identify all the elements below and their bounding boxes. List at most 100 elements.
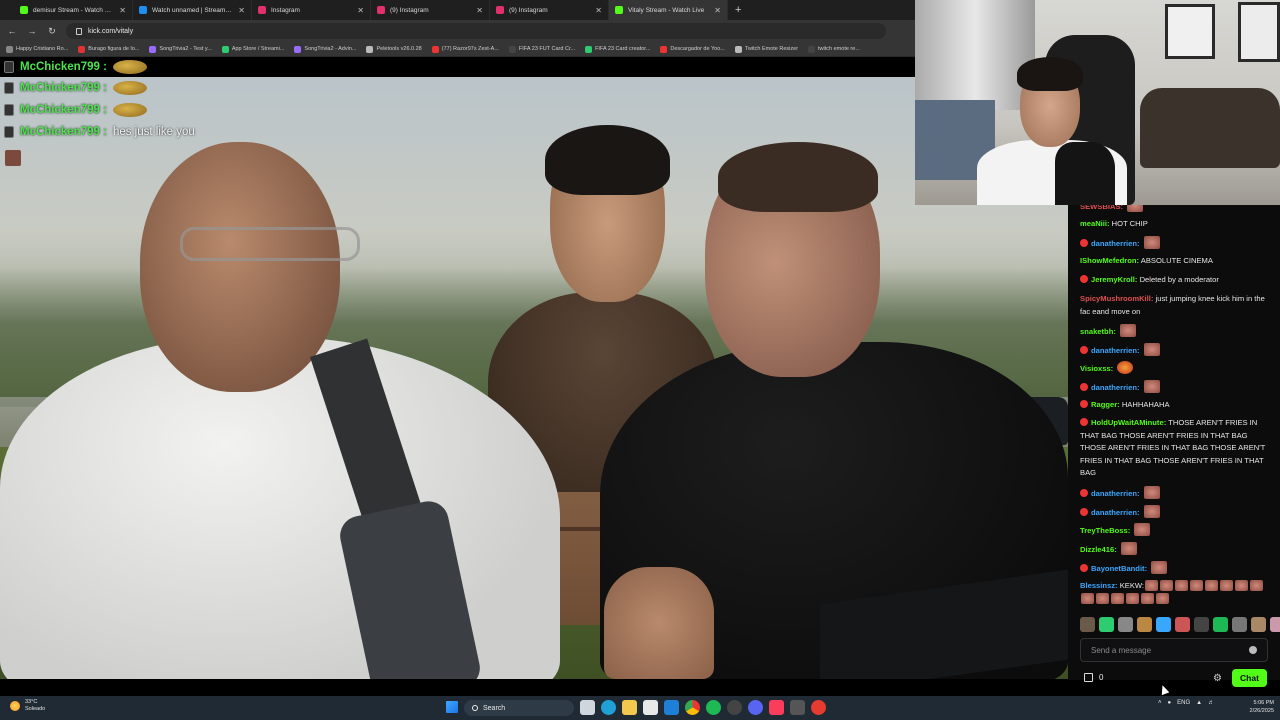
quick-emote-icon[interactable] xyxy=(1156,616,1171,632)
chat-username[interactable]: HoldUpWaitAMinute: xyxy=(1091,418,1166,427)
chat-username[interactable]: SpicyMushroomKill: xyxy=(1080,294,1153,303)
chat-username[interactable]: danatherrien: xyxy=(1091,239,1140,248)
chat-input[interactable]: Send a message xyxy=(1080,638,1268,662)
bookmark-item[interactable]: SongTrivia2 - Advin... xyxy=(294,45,357,53)
bookmark-label: Burago figura de lo... xyxy=(88,46,140,52)
chat-username[interactable]: JeremyKroll: xyxy=(1091,275,1137,284)
site-info-icon[interactable] xyxy=(76,27,82,35)
taskbar-search[interactable]: Search xyxy=(464,700,574,716)
quick-emote-icon[interactable] xyxy=(1232,616,1247,632)
chat-username[interactable]: danatherrien: xyxy=(1091,346,1140,355)
chat-username[interactable]: meaNiii: xyxy=(1080,219,1110,228)
chat-settings-icon[interactable]: ⚙ xyxy=(1213,673,1222,684)
edge-icon[interactable] xyxy=(601,700,616,715)
bookmark-item[interactable]: Peletools v26.0.28 xyxy=(366,45,422,53)
browser-tab[interactable]: Vitaly Stream - Watch Live ✕ xyxy=(609,0,728,20)
chat-username[interactable]: danatherrien: xyxy=(1091,508,1140,517)
person-right-hair xyxy=(718,142,878,212)
quick-emote-icon[interactable] xyxy=(1213,616,1228,632)
language-indicator[interactable]: ENG xyxy=(1177,700,1190,706)
chat-username[interactable]: danatherrien: xyxy=(1091,383,1140,392)
tab-close-icon[interactable]: ✕ xyxy=(119,6,126,15)
quick-emote-icon[interactable] xyxy=(1137,616,1152,632)
chat-username[interactable]: snaketbh: xyxy=(1080,327,1116,336)
quick-emote-icon[interactable] xyxy=(1251,616,1266,632)
browser-tab[interactable]: Instagram ✕ xyxy=(252,0,371,20)
store-icon[interactable] xyxy=(643,700,658,715)
bookmark-item[interactable]: FIFA 23 Card creator... xyxy=(585,45,650,53)
bookmark-item[interactable]: App Store / Streami... xyxy=(221,45,284,53)
bookmark-item[interactable]: FIFA 23 FUT Card Cr... xyxy=(508,45,575,53)
bookmark-item[interactable]: Happy Cristiano Ro... xyxy=(6,45,68,53)
bookmark-favicon-icon xyxy=(585,45,593,53)
chat-username[interactable]: TreyTheBoss: xyxy=(1080,526,1130,535)
bookmark-item[interactable]: Twitch Emote Resizer xyxy=(734,45,798,53)
wifi-icon[interactable]: ▲ xyxy=(1196,700,1202,706)
spotify-icon[interactable] xyxy=(706,700,721,715)
chat-username[interactable]: Dizzle416: xyxy=(1080,545,1117,554)
chrome-icon[interactable] xyxy=(685,700,700,715)
obs-icon[interactable] xyxy=(727,700,742,715)
outlook-icon[interactable] xyxy=(664,700,679,715)
chat-username[interactable]: IShowMefedron: xyxy=(1080,256,1139,265)
browser-tab[interactable]: demisur Stream - Watch Live o ✕ xyxy=(14,0,133,20)
reload-icon[interactable]: ↻ xyxy=(46,26,58,37)
windows-start-icon[interactable] xyxy=(446,701,458,713)
address-bar[interactable]: kick.com/vitaly xyxy=(66,23,886,39)
tab-close-icon[interactable]: ✕ xyxy=(476,6,483,15)
taskbar-clock[interactable]: 5:06 PM 2/26/2025 xyxy=(1240,699,1274,715)
bookmark-item[interactable]: twitch emote re... xyxy=(808,45,860,53)
stream-video[interactable] xyxy=(0,57,1068,679)
volume-icon[interactable]: ♬ xyxy=(1208,700,1214,706)
bookmark-item[interactable]: (77) Razor97s Zest-A... xyxy=(431,45,499,53)
discord-icon[interactable] xyxy=(748,700,763,715)
quick-emote-icon[interactable] xyxy=(1118,616,1133,632)
browser-icon[interactable] xyxy=(811,700,826,715)
quick-emote-icon[interactable] xyxy=(1099,616,1114,632)
tab-close-icon[interactable]: ✕ xyxy=(357,6,364,15)
bookmark-item[interactable]: SongTrivia2 - Test y... xyxy=(149,45,212,53)
quick-emote-icon[interactable] xyxy=(1080,616,1095,632)
chat-username[interactable]: Blessinsz: xyxy=(1080,581,1118,590)
tab-close-icon[interactable]: ✕ xyxy=(238,6,245,15)
back-icon[interactable]: ← xyxy=(6,26,18,36)
chat-username[interactable]: Visioxss: xyxy=(1080,364,1113,373)
forward-icon[interactable]: → xyxy=(26,26,38,36)
weather-temp: 33°C xyxy=(25,699,38,705)
task-view-icon[interactable] xyxy=(580,700,595,715)
chat-send-button[interactable]: Chat xyxy=(1232,669,1267,687)
bookmark-label: SongTrivia2 - Advin... xyxy=(304,46,357,52)
tab-close-icon[interactable]: ✕ xyxy=(714,6,721,15)
browser-tab[interactable]: (9) Instagram ✕ xyxy=(371,0,490,20)
tray-mic-icon[interactable]: ● xyxy=(1168,700,1172,706)
chat-input-placeholder: Send a message xyxy=(1091,645,1152,655)
bookmark-favicon-icon xyxy=(294,45,302,53)
weather-widget[interactable]: 33°C Soleado xyxy=(10,699,45,713)
chat-messages[interactable]: SEWSBIAS: meaNiii: HOT CHIP danatherrien:… xyxy=(1068,205,1280,610)
chat-message: Dizzle416: xyxy=(1080,542,1272,557)
quick-emote-icon[interactable] xyxy=(1194,616,1209,632)
chat-username[interactable]: danatherrien: xyxy=(1091,489,1140,498)
chat-username[interactable]: BayonetBandit: xyxy=(1091,564,1147,573)
quick-emote-icon[interactable] xyxy=(1270,616,1280,632)
bookmark-item[interactable]: Burago figura de lo... xyxy=(78,45,140,53)
overlay-chat-name: McChicken799 : xyxy=(20,104,107,116)
emoji-icon[interactable] xyxy=(1249,646,1257,654)
chat-footer: 0 ⚙ Chat xyxy=(1068,667,1280,691)
quick-emote-icon[interactable] xyxy=(1175,616,1190,632)
emote-icon xyxy=(1156,592,1169,604)
tab-close-icon[interactable]: ✕ xyxy=(595,6,602,15)
channel-points[interactable]: 0 xyxy=(1084,673,1103,682)
bookmark-item[interactable]: Descargador de Yoo... xyxy=(660,45,725,53)
emote-icon xyxy=(1175,580,1189,591)
file-explorer-icon[interactable] xyxy=(622,700,637,715)
chat-message: danatherrien: xyxy=(1080,236,1272,251)
app-icon[interactable] xyxy=(790,700,805,715)
tray-chevron-icon[interactable]: ˄ xyxy=(1158,700,1162,706)
chat-username[interactable]: SEWSBIAS: xyxy=(1080,205,1123,211)
music-app-icon[interactable] xyxy=(769,700,784,715)
chat-username[interactable]: Ragger: xyxy=(1091,400,1120,409)
browser-tab[interactable]: (9) Instagram ✕ xyxy=(490,0,609,20)
browser-tab[interactable]: Watch unnamed | Streamable ✕ xyxy=(133,0,252,20)
new-tab-button[interactable]: + xyxy=(735,4,741,16)
